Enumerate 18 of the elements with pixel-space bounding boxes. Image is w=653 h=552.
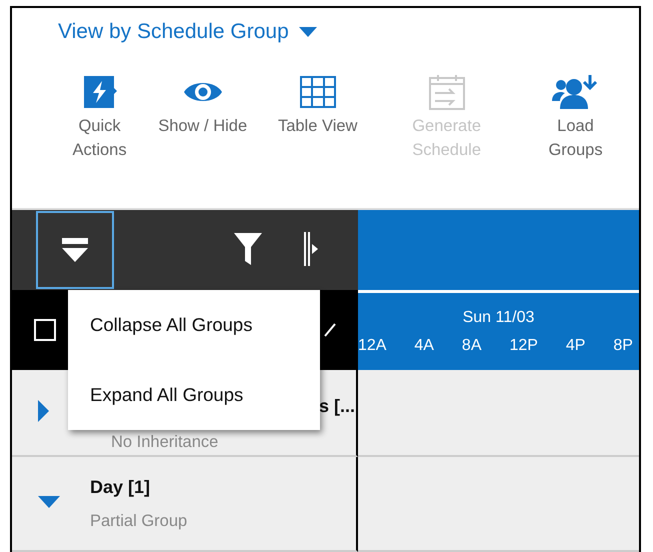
- toolbar-button[interactable]: Table View: [254, 70, 382, 162]
- hour-label: 8P: [613, 336, 633, 354]
- group-title: Day [1]: [90, 476, 152, 498]
- group-title: s [...: [319, 396, 356, 417]
- hour-label: 12P: [509, 336, 538, 354]
- hour-label: 4A: [414, 336, 434, 354]
- toolbar-button[interactable]: Quick Actions: [48, 70, 152, 162]
- hour-label: 4P: [566, 336, 586, 354]
- view-dropdown[interactable]: View by Schedule Group: [58, 20, 317, 44]
- toolbar-button[interactable]: Load Groups: [512, 70, 639, 162]
- menu-item[interactable]: Expand All Groups: [68, 370, 320, 420]
- group-subtitle: No Inheritance: [111, 433, 218, 452]
- hour-label: 8A: [462, 336, 482, 354]
- menu-item[interactable]: Collapse All Groups: [68, 300, 320, 350]
- toolbar-button[interactable]: Show / Hide: [151, 70, 254, 162]
- group-subtitle: Partial Group: [90, 512, 188, 530]
- date-label: Sun 11/03: [462, 308, 534, 326]
- hour-label: 12A: [358, 336, 386, 354]
